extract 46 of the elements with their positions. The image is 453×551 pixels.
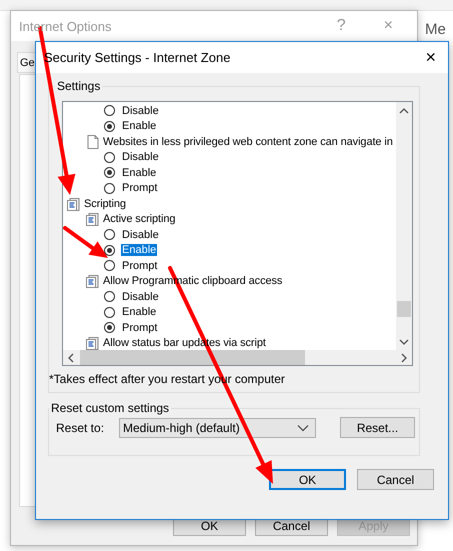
annotation-arrow	[63, 226, 108, 258]
horizontal-scrollbar[interactable]	[63, 350, 412, 365]
option-label[interactable]: Disable	[121, 104, 160, 117]
option-label[interactable]: Enable	[121, 306, 158, 318]
reset-dropdown[interactable]: Medium-high (default)	[119, 418, 316, 438]
radio-button[interactable]	[104, 229, 115, 240]
option-label[interactable]: Disable	[121, 290, 160, 303]
radio-button[interactable]	[104, 182, 115, 194]
reset-button[interactable]: Reset...	[340, 417, 415, 438]
vertical-scrollbar[interactable]	[396, 102, 412, 351]
setting-label: Active scripting	[103, 213, 176, 226]
group-label: Reset custom settings	[50, 401, 170, 415]
radio-button[interactable]	[104, 260, 115, 272]
highlighted-option[interactable]: Enable	[121, 244, 158, 256]
option-label[interactable]: Enable	[121, 120, 158, 132]
option-label[interactable]: Prompt	[121, 322, 158, 334]
script-icon	[85, 335, 101, 351]
scroll-thumb[interactable]	[397, 301, 411, 317]
scroll-thumb[interactable]	[80, 350, 305, 365]
radio-button[interactable]	[104, 322, 115, 334]
radio-button[interactable]	[104, 306, 115, 318]
chevron-down-icon	[297, 424, 309, 432]
option-label[interactable]: Prompt	[121, 182, 158, 194]
page-heading: Me	[425, 21, 446, 39]
radio-button[interactable]	[104, 291, 115, 302]
dialog-button[interactable]: OK	[269, 469, 346, 490]
option-label[interactable]: Enable	[121, 166, 158, 179]
setting-label: Scripting	[84, 198, 126, 210]
radio-button[interactable]	[104, 105, 115, 116]
field-label: Reset to:	[56, 420, 106, 434]
script-icon	[85, 273, 101, 290]
radio-button[interactable]	[104, 120, 115, 132]
radio-button[interactable]	[104, 244, 115, 256]
group-label: Settings	[56, 79, 102, 93]
option-label[interactable]: Disable	[121, 151, 160, 164]
radio-button[interactable]	[104, 152, 115, 163]
document-icon	[85, 134, 101, 150]
close-button[interactable]: ×	[413, 47, 448, 68]
setting-label: Websites in less privileged web content zone can navigate in	[103, 136, 393, 148]
script-icon	[66, 196, 82, 212]
script-icon	[85, 211, 101, 228]
radio-button[interactable]	[104, 167, 115, 178]
option-label[interactable]: Prompt	[121, 260, 158, 272]
option-label[interactable]: Disable	[121, 228, 160, 241]
dialog-button[interactable]: Cancel	[357, 469, 434, 490]
window-title: Internet Options	[19, 18, 112, 34]
